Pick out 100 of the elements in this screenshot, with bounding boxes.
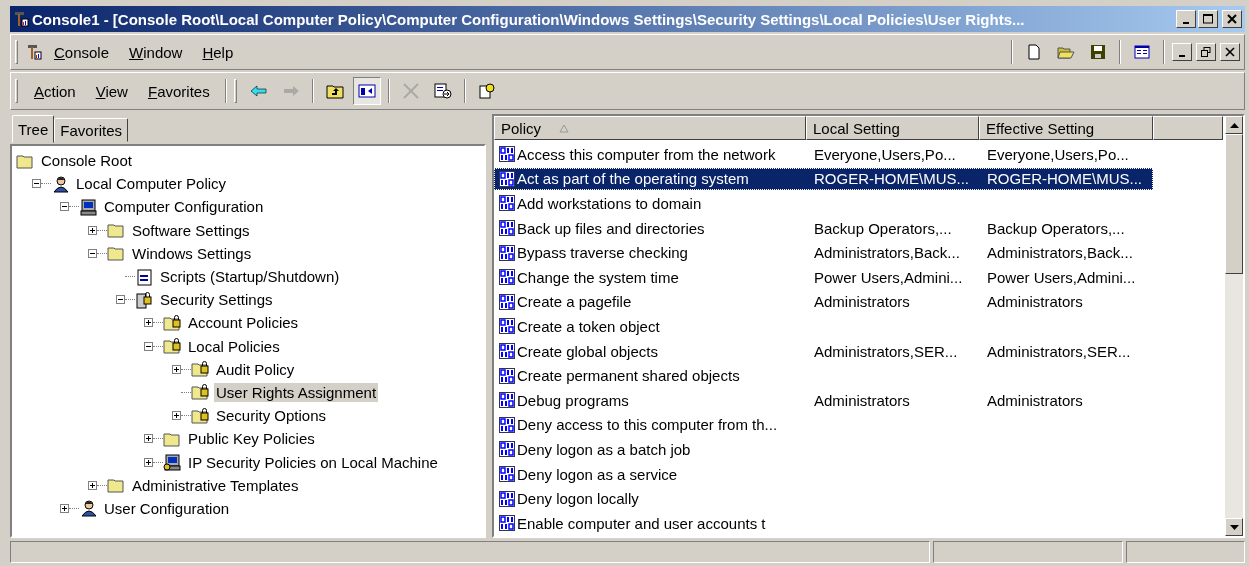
tree-item[interactable]: Software Settings [130, 220, 252, 240]
tree-item[interactable]: Security Options [214, 406, 329, 426]
column-header[interactable]: Local Setting [806, 116, 979, 140]
scroll-bar[interactable] [1225, 116, 1243, 536]
tree-item[interactable]: Audit Policy [214, 359, 297, 379]
restore-button[interactable] [1196, 43, 1216, 61]
list-row[interactable]: Create permanent shared objects [494, 364, 1153, 387]
policy-name: Add workstations to domain [517, 195, 702, 212]
key-computer-icon [163, 453, 181, 472]
minimize-icon [1183, 22, 1189, 24]
close-icon [1225, 47, 1235, 57]
tab[interactable]: Favorites [54, 118, 128, 142]
policy-name: Create permanent shared objects [517, 367, 740, 385]
collapse-icon[interactable] [144, 341, 153, 351]
expand-icon[interactable] [88, 225, 97, 235]
tree-item[interactable]: IP Security Policies on Local Machine [186, 452, 440, 472]
table-cell: Power Users,Admini... [814, 268, 963, 286]
tree-item[interactable]: Windows Settings [130, 243, 254, 263]
tree-item[interactable]: Security Settings [158, 290, 275, 310]
expand-icon[interactable] [172, 364, 181, 374]
policy-name: Back up files and directories [517, 219, 705, 237]
script-icon [135, 267, 153, 286]
expand-icon[interactable] [88, 480, 97, 490]
menu-item[interactable]: View [87, 79, 136, 103]
list-row[interactable]: Bypass traverse checking Administrators,Back... Administrators,Back... [494, 241, 1153, 264]
expand-icon[interactable] [144, 457, 153, 467]
policy-name: Deny logon as a batch job [517, 440, 691, 458]
close-button[interactable] [1220, 43, 1240, 61]
column-header[interactable]: Effective Setting [979, 116, 1153, 140]
policy-name: Create global objects [517, 342, 658, 360]
list-row[interactable]: Create global objects Administrators,SER... Administrators,SER... [494, 340, 1153, 363]
table-cell: Administrators,SER... [987, 342, 1131, 360]
table-cell: Power Users,Admini... [987, 268, 1136, 286]
security-icon [135, 290, 153, 309]
locked-folder-icon [163, 313, 181, 332]
collapse-icon[interactable] [116, 295, 125, 305]
table-cell: Backup Operators,... [987, 219, 1125, 237]
table-cell: Administrators,Back... [814, 244, 960, 262]
collapse-icon[interactable] [60, 202, 69, 212]
user-icon [79, 499, 97, 518]
table-cell: Administrators,Back... [987, 244, 1133, 262]
window-title: Console1 - [Console Root\Local Computer Policy\Computer Configuration\Windows Settings\Security Settings\Local Policies\User Rights... [32, 10, 1026, 28]
policy-name: Deny access to this computer from th... [517, 416, 778, 434]
table-cell: ROGER-HOME\MUS... [814, 170, 969, 188]
tree-item[interactable]: Local Policies [186, 336, 282, 356]
tree-item[interactable]: Public Key Policies [186, 429, 317, 449]
tree-item[interactable]: Administrative Templates [130, 475, 301, 495]
collapse-icon[interactable] [88, 248, 97, 258]
minimize-button[interactable] [1172, 43, 1192, 61]
list-row[interactable]: Create a pagefile Administrators Administrators [494, 290, 1153, 313]
list-row[interactable]: Enable computer and user accounts t [494, 512, 1153, 535]
expand-icon[interactable] [144, 318, 153, 328]
expand-icon[interactable] [144, 434, 153, 444]
list-row[interactable]: Debug programs Administrators Administrators [494, 389, 1153, 412]
list-row[interactable]: Access this computer from the network Everyone,Users,Po... Everyone,Users,Po... [494, 143, 1153, 166]
list-row[interactable]: Deny logon locally [494, 487, 1153, 510]
tree-item[interactable]: Account Policies [186, 313, 301, 333]
policy-name: Create a pagefile [517, 293, 632, 311]
column-header[interactable]: Policy [494, 116, 806, 140]
list-row[interactable]: Change the system time Power Users,Admini... Power Users,Admini... [494, 266, 1153, 289]
tree-pane-icon[interactable] [352, 77, 381, 105]
policy-name: Deny logon as a service [517, 465, 678, 483]
menu-item[interactable]: Help [194, 40, 242, 64]
policy-name: Access this computer from the network [517, 145, 776, 163]
tree-item[interactable]: Computer Configuration [102, 197, 266, 217]
folder-icon [107, 244, 125, 263]
table-cell: Administrators [814, 293, 910, 311]
table-cell: Administrators,SER... [814, 342, 958, 360]
menu-item[interactable]: Favorites [139, 79, 218, 103]
list-row[interactable]: Back up files and directories Backup Operators,... Backup Operators,... [494, 217, 1153, 240]
tree-item[interactable]: Console Root [39, 151, 134, 171]
list-row[interactable]: Deny access to this computer from th... [494, 413, 1153, 436]
tree-item[interactable]: Local Computer Policy [74, 174, 229, 194]
folder-icon [107, 221, 125, 240]
table-cell: Administrators [987, 293, 1083, 311]
tree-item[interactable]: User Rights Assignment [214, 382, 379, 402]
minimize-button[interactable] [1176, 10, 1196, 28]
close-icon [1227, 14, 1237, 24]
tree-item[interactable]: Scripts (Startup/Shutdown) [158, 267, 342, 287]
close-button[interactable] [1222, 10, 1242, 28]
maximize-button[interactable] [1198, 10, 1218, 28]
list-row[interactable]: Create a token object [494, 315, 1153, 338]
policy-name: Enable computer and user accounts t [517, 514, 766, 532]
list-row[interactable]: Deny logon as a service [494, 463, 1153, 485]
locked-folder-icon [191, 360, 209, 379]
expand-icon[interactable] [60, 503, 69, 513]
hammer-icon [26, 44, 42, 60]
list-row[interactable]: Act as part of the operating system ROGER-HOME\MUS... ROGER-HOME\MUS... [494, 167, 1153, 190]
menu-item[interactable]: Window [121, 40, 191, 64]
collapse-icon[interactable] [32, 179, 41, 189]
list-row[interactable]: Deny logon as a batch job [494, 438, 1153, 461]
restore-icon [1201, 47, 1211, 57]
list-row[interactable]: Add workstations to domain [494, 192, 1153, 215]
menu-item[interactable]: Action [26, 79, 84, 103]
tree-item[interactable]: User Configuration [102, 498, 232, 518]
menu-item[interactable]: Console [46, 40, 118, 64]
tab[interactable]: Tree [12, 115, 55, 143]
locked-folder-icon [163, 337, 181, 356]
table-cell: Administrators [987, 391, 1083, 409]
expand-icon[interactable] [172, 411, 181, 421]
